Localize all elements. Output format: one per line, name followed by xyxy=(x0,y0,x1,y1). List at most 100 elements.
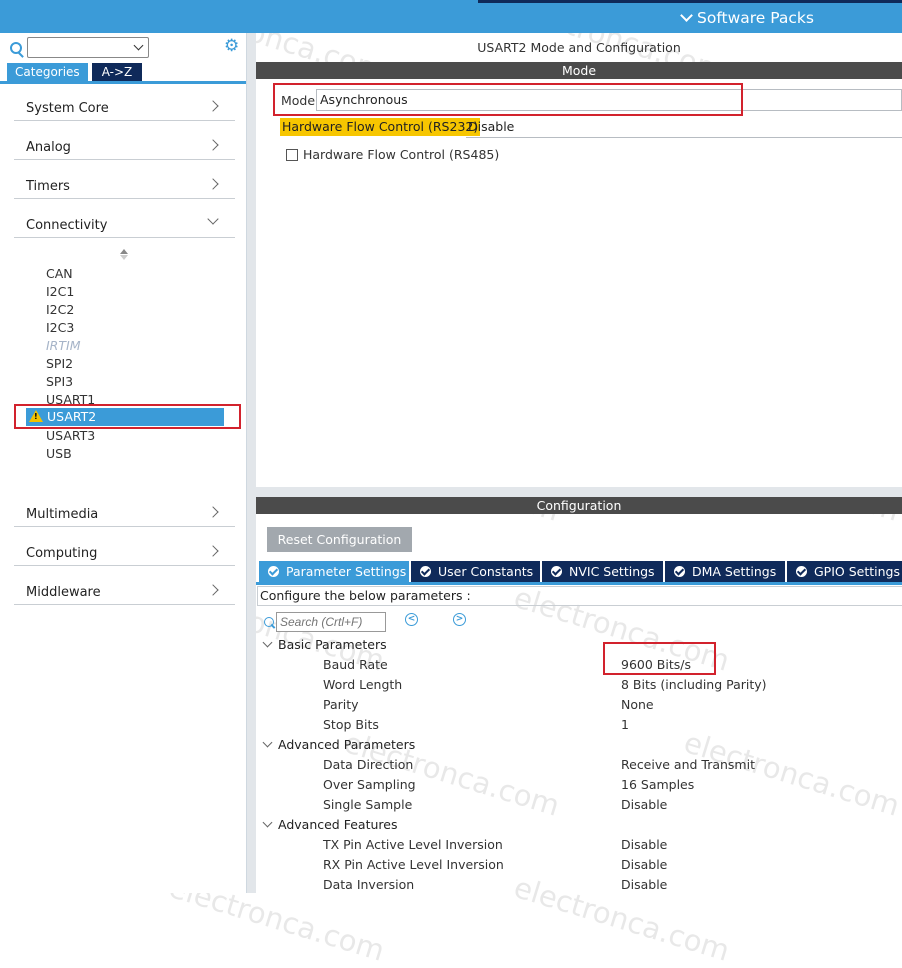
chevron-down-icon xyxy=(680,9,693,22)
hfc-rs485-label: Hardware Flow Control (RS485) xyxy=(303,147,500,162)
param-value[interactable]: 16 Samples xyxy=(621,777,694,792)
peripheral-item-usart3[interactable]: USART3 xyxy=(46,428,95,443)
left-search-row xyxy=(10,37,149,58)
category-label: Connectivity xyxy=(26,218,108,233)
chevron-right-icon xyxy=(207,178,219,190)
tab-label: GPIO Settings xyxy=(814,564,900,579)
tab-a-z[interactable]: A->Z xyxy=(91,63,143,81)
sort-icon[interactable] xyxy=(120,249,128,261)
param-name: TX Pin Active Level Inversion xyxy=(323,837,503,852)
param-search-input[interactable] xyxy=(276,612,386,632)
chevron-right-icon xyxy=(207,100,219,112)
reset-configuration-button[interactable]: Reset Configuration xyxy=(267,527,412,552)
category-middleware[interactable]: Middleware xyxy=(14,579,235,605)
search-combo[interactable] xyxy=(27,37,149,58)
group-label: Advanced Features xyxy=(278,817,398,832)
param-name: Baud Rate xyxy=(323,657,388,672)
param-name: Stop Bits xyxy=(323,717,379,732)
group-basic-parameters[interactable]: Basic Parameters xyxy=(262,637,387,652)
top-banner: Software Packs xyxy=(0,0,902,33)
group-advanced-features[interactable]: Advanced Features xyxy=(262,817,398,832)
peripheral-item-spi3[interactable]: SPI3 xyxy=(46,374,73,389)
chevron-right-icon xyxy=(207,506,219,518)
category-connectivity[interactable]: Connectivity xyxy=(14,212,235,238)
group-label: Basic Parameters xyxy=(278,637,387,652)
tab-nvic-settings[interactable]: NVIC Settings xyxy=(542,561,663,582)
panel-splitter[interactable] xyxy=(247,33,256,893)
mode-area xyxy=(256,79,902,487)
param-name: RX Pin Active Level Inversion xyxy=(323,857,504,872)
category-analog[interactable]: Analog xyxy=(14,134,235,160)
hfc-rs485-checkbox[interactable] xyxy=(286,148,298,161)
section-splitter[interactable] xyxy=(256,487,902,497)
category-timers[interactable]: Timers xyxy=(14,173,235,199)
category-tabs: Categories A->Z xyxy=(7,63,143,81)
hfc-rs232-label: Hardware Flow Control (RS232) xyxy=(280,118,481,136)
page-title: USART2 Mode and Configuration xyxy=(477,40,681,55)
chevron-down-icon xyxy=(262,817,273,828)
peripheral-item-irtim[interactable]: IRTIM xyxy=(46,338,80,353)
hfc-rs232-select[interactable]: Disable xyxy=(466,117,902,138)
configure-instruction: Configure the below parameters : xyxy=(257,586,902,606)
search-icon xyxy=(264,617,274,627)
param-value[interactable]: Disable xyxy=(621,857,667,872)
tab-label: User Constants xyxy=(438,564,534,579)
tab-underline xyxy=(256,582,902,585)
software-packs-label: Software Packs xyxy=(697,9,814,27)
tab-label: NVIC Settings xyxy=(569,564,655,579)
peripheral-item-i2c1[interactable]: I2C1 xyxy=(46,284,74,299)
category-multimedia[interactable]: Multimedia xyxy=(14,501,235,527)
tab-categories[interactable]: Categories xyxy=(7,63,88,81)
param-value[interactable]: Receive and Transmit xyxy=(621,757,755,772)
left-panel: ⚙ Categories A->Z System Core Analog Tim… xyxy=(0,33,247,893)
search-prev-icon[interactable]: < xyxy=(405,613,418,626)
peripheral-item-i2c3[interactable]: I2C3 xyxy=(46,320,74,335)
tab-underline xyxy=(0,81,246,84)
top-dark-strip xyxy=(478,0,902,3)
search-next-icon[interactable]: > xyxy=(453,613,466,626)
check-circle-icon xyxy=(420,566,431,577)
watermark: electronca.com xyxy=(680,725,902,823)
param-value[interactable]: 8 Bits (including Parity) xyxy=(621,677,767,692)
mode-section-header: Mode xyxy=(256,62,902,79)
peripheral-item-usb[interactable]: USB xyxy=(46,446,72,461)
chevron-down-icon xyxy=(133,40,144,51)
annotation-box xyxy=(603,642,716,675)
peripheral-item-can[interactable]: CAN xyxy=(46,266,73,281)
software-packs-menu[interactable]: Software Packs xyxy=(680,9,814,27)
tab-label: Parameter Settings xyxy=(286,564,407,579)
param-name: Word Length xyxy=(323,677,403,692)
category-label: System Core xyxy=(26,101,109,116)
chevron-right-icon xyxy=(207,584,219,596)
category-label: Multimedia xyxy=(26,507,99,522)
peripheral-item-i2c2[interactable]: I2C2 xyxy=(46,302,74,317)
param-value[interactable]: 1 xyxy=(621,717,629,732)
category-label: Middleware xyxy=(26,585,101,600)
check-circle-icon xyxy=(268,566,279,577)
search-icon xyxy=(10,41,22,54)
param-value[interactable]: None xyxy=(621,697,654,712)
group-advanced-parameters[interactable]: Advanced Parameters xyxy=(262,737,416,752)
peripheral-item-spi2[interactable]: SPI2 xyxy=(46,356,73,371)
category-system-core[interactable]: System Core xyxy=(14,95,235,121)
group-label: Advanced Parameters xyxy=(278,737,416,752)
tab-label: DMA Settings xyxy=(692,564,777,579)
tab-user-constants[interactable]: User Constants xyxy=(411,561,540,582)
param-value[interactable]: Disable xyxy=(621,877,667,892)
hfc-rs485-row[interactable]: Hardware Flow Control (RS485) xyxy=(286,147,499,162)
param-value[interactable]: Disable xyxy=(621,837,667,852)
tab-gpio-settings[interactable]: GPIO Settings xyxy=(787,561,902,582)
chevron-down-icon xyxy=(262,637,273,648)
check-circle-icon xyxy=(796,566,807,577)
gear-icon[interactable]: ⚙ xyxy=(224,37,242,55)
param-search-row xyxy=(264,612,386,632)
param-name: Data Inversion xyxy=(323,877,415,892)
parameter-tabs: Parameter Settings User Constants NVIC S… xyxy=(259,561,902,582)
tab-parameter-settings[interactable]: Parameter Settings xyxy=(259,561,409,582)
param-value[interactable]: Disable xyxy=(621,797,667,812)
param-name: Parity xyxy=(323,697,359,712)
annotation-box xyxy=(273,83,743,116)
tab-dma-settings[interactable]: DMA Settings xyxy=(665,561,785,582)
check-circle-icon xyxy=(551,566,562,577)
category-computing[interactable]: Computing xyxy=(14,540,235,566)
